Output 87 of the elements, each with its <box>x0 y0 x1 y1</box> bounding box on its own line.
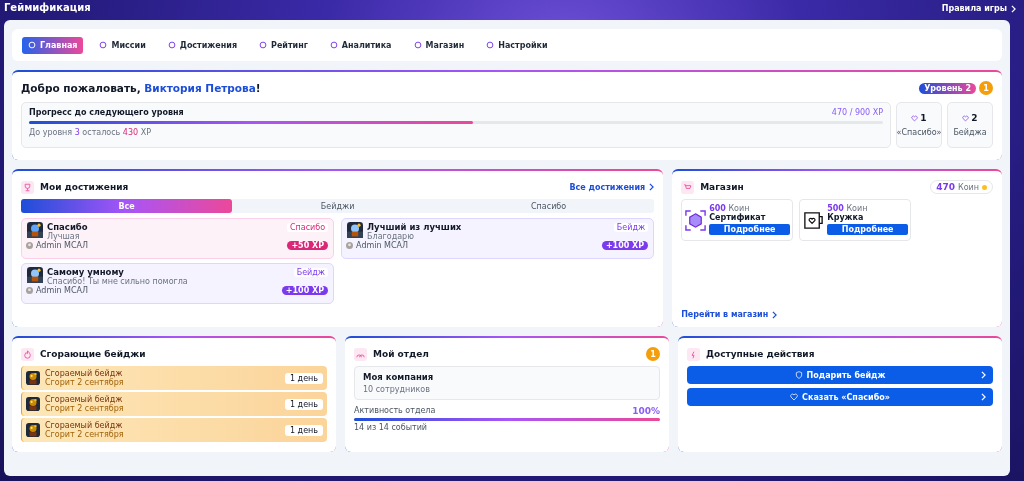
achievement-title: Спасибо <box>47 222 88 232</box>
days-left: 1 день <box>284 398 323 410</box>
achievement-tag: Спасибо <box>286 222 329 232</box>
cart-icon <box>681 180 695 194</box>
card-title: Сгорающие бейджи <box>40 349 147 359</box>
level-badge: Уровень 2 <box>919 82 976 94</box>
chevron-icon <box>1011 4 1016 13</box>
notification-badge: 1 <box>646 347 660 361</box>
badge-name: Сгораемый бейдж <box>45 421 124 430</box>
app-title: Геймификация <box>4 2 91 13</box>
nav-tab[interactable]: Магазин <box>407 36 471 54</box>
card-title: Мой отдел <box>373 349 430 359</box>
avatar-icon <box>26 287 33 294</box>
rules-link[interactable]: Правила игры <box>941 4 1016 13</box>
bolt-icon <box>687 347 700 361</box>
xp-badge: +100 XP <box>281 286 329 295</box>
avatar-icon <box>346 242 354 249</box>
progress-title: Прогресс до следующего уровня <box>29 108 184 117</box>
details-button[interactable]: Подробнее <box>709 223 791 235</box>
burn-date: Сгорит 2 сентября <box>45 404 125 413</box>
achievement-tag: Бейдж <box>293 267 329 277</box>
nav-tab[interactable]: Аналитика <box>323 36 398 54</box>
card-title: Магазин <box>700 182 745 192</box>
company-name: Моя компания <box>363 372 435 382</box>
activity-label: Активность отдела <box>354 406 436 416</box>
welcome-title: Добро пожаловать, Виктория Петрова! <box>21 82 262 94</box>
progress-reading: 470 / 900 XP <box>831 108 883 117</box>
filter-tab[interactable]: Все <box>21 199 233 213</box>
xp-badge: +50 XP <box>287 241 329 250</box>
days-left: 1 день <box>284 424 323 436</box>
achievement-card[interactable]: Спасибо Спасибо Лучшая Admin МСАЛ +50 XP <box>21 218 335 259</box>
details-button[interactable]: Подробнее <box>827 223 909 235</box>
achievement-subtitle: Лучшая <box>47 232 80 241</box>
achievement-author: Admin МСАЛ <box>356 241 409 250</box>
achievement-subtitle: Благодарю <box>367 232 415 241</box>
burn-date: Сгорит 2 сентября <box>45 378 125 387</box>
flame-icon <box>21 347 34 361</box>
shield-icon <box>794 371 803 379</box>
item-price: 600 Коин <box>709 205 750 214</box>
achievement-title: Лучший из лучших <box>367 222 462 232</box>
badge-name: Сгораемый бейдж <box>45 395 124 404</box>
heart-icon <box>911 114 919 122</box>
item-price: 500 Коин <box>827 205 869 214</box>
heart-icon <box>962 114 970 122</box>
chevron-icon <box>981 393 986 401</box>
stat-value: 2 <box>971 113 978 123</box>
nav-tab[interactable]: Достижения <box>161 36 243 54</box>
xp-badge: +100 XP <box>601 241 649 250</box>
all-achievements-link[interactable]: Все достижения <box>569 182 655 192</box>
filter-tab[interactable]: Бейджи <box>232 199 444 213</box>
achievement-card[interactable]: Лучший из лучших Бейдж Благодарю Admin МСАЛ +100 XP <box>341 218 655 259</box>
stat-value: 1 <box>920 113 927 123</box>
achievement-tag: Бейдж <box>613 222 649 232</box>
activity-value: 100% <box>632 406 660 416</box>
stat-label: Бейджа <box>953 128 987 137</box>
chevron-icon <box>649 183 655 191</box>
card-title: Доступные действия <box>706 349 816 359</box>
filter-tab[interactable]: Спасибо <box>443 199 655 213</box>
chevron-icon <box>772 310 778 319</box>
avatar-icon <box>26 242 33 249</box>
event-count: 14 из 14 событий <box>354 423 429 432</box>
achievement-card[interactable]: Самому умному Бейдж Спасибо! Ты мне сильно помогла Admin МСАЛ +100 XP <box>21 263 335 304</box>
stat-label: «Спасибо» <box>896 128 942 137</box>
employee-count: 10 сотрудников <box>363 385 431 394</box>
nav-tab[interactable]: Рейтинг <box>253 36 314 54</box>
chevron-icon <box>981 371 986 379</box>
gift-badge-button[interactable]: Подарить бейдж <box>687 366 993 384</box>
achievement-subtitle: Спасибо! Ты мне сильно помогла <box>47 277 189 286</box>
nav-tab[interactable]: Главная <box>22 36 84 54</box>
cube-icon <box>684 208 708 232</box>
say-thanks-button[interactable]: Сказать «Спасибо» <box>687 388 993 406</box>
nav-tab[interactable]: Миссии <box>93 36 152 54</box>
item-name: Сертификат <box>709 214 767 223</box>
card-title: Мои достижения <box>40 182 130 192</box>
coin-badge: 1 <box>979 81 993 95</box>
progress-note: До уровня 3 осталось 430 XP <box>29 128 152 137</box>
nav-tab[interactable]: Настройки <box>480 36 554 54</box>
days-left: 1 день <box>284 372 323 384</box>
burn-date: Сгорит 2 сентября <box>45 430 125 439</box>
shop-link[interactable]: Перейти в магазин <box>681 310 993 319</box>
achievement-title: Самому умному <box>47 267 124 277</box>
achievement-author: Admin МСАЛ <box>36 241 89 250</box>
badge-name: Сгораемый бейдж <box>45 369 124 378</box>
trophy-icon <box>21 180 34 194</box>
heart-icon <box>790 393 799 401</box>
item-name: Кружка <box>827 214 865 223</box>
achievement-author: Admin МСАЛ <box>36 286 89 295</box>
